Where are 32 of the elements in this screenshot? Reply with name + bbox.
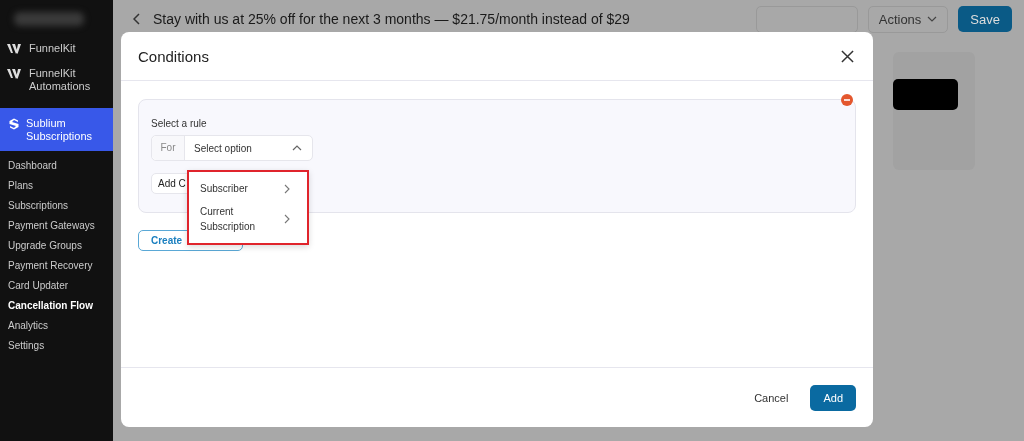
submenu-item[interactable]: Payment Recovery (0, 258, 113, 278)
cancel-button[interactable]: Cancel (754, 391, 789, 404)
sidebar-item[interactable]: FunnelKit Automations (0, 61, 113, 99)
submenu-item[interactable]: Dashboard (0, 158, 113, 178)
chevron-icon (284, 183, 290, 194)
submenu-item[interactable]: Upgrade Groups (0, 238, 113, 258)
chevron-icon (284, 214, 290, 224)
submenu-item[interactable]: Analytics (0, 318, 113, 338)
w-logo-icon (7, 43, 23, 55)
w-logo-icon (7, 68, 23, 80)
submenu-item[interactable]: Subscriptions (0, 198, 113, 218)
caret-icon (927, 16, 938, 22)
actions-button[interactable]: Actions (867, 5, 949, 33)
submenu-item[interactable]: Card Updater (0, 278, 113, 298)
add-button[interactable]: Add (810, 384, 856, 411)
sidebar-item[interactable]: Sublium Subscriptions (0, 108, 113, 151)
rule-label: Select a rule (151, 118, 208, 129)
back-icon[interactable] (133, 13, 141, 25)
save-button[interactable]: Save (958, 6, 1012, 32)
submenu-item[interactable]: Payment Gateways (0, 218, 113, 238)
dialog-title: Conditions (138, 47, 209, 65)
remove-icon[interactable] (841, 94, 853, 106)
sidebar-item[interactable]: FunnelKit (0, 36, 113, 61)
s-logo-icon (8, 118, 20, 130)
submenu-item[interactable]: Cancellation Flow (0, 298, 113, 318)
submenu-item[interactable]: Settings (0, 338, 113, 358)
close-icon[interactable] (841, 49, 854, 63)
page-title: Stay with us at 25% off for the next 3 months — $21.75/month instead of $29 (153, 11, 630, 27)
menu-item[interactable]: Current Subscription (189, 200, 307, 238)
submenu-item[interactable]: Plans (0, 178, 113, 198)
status-button[interactable] (755, 5, 858, 33)
blurred-logo (14, 12, 84, 26)
